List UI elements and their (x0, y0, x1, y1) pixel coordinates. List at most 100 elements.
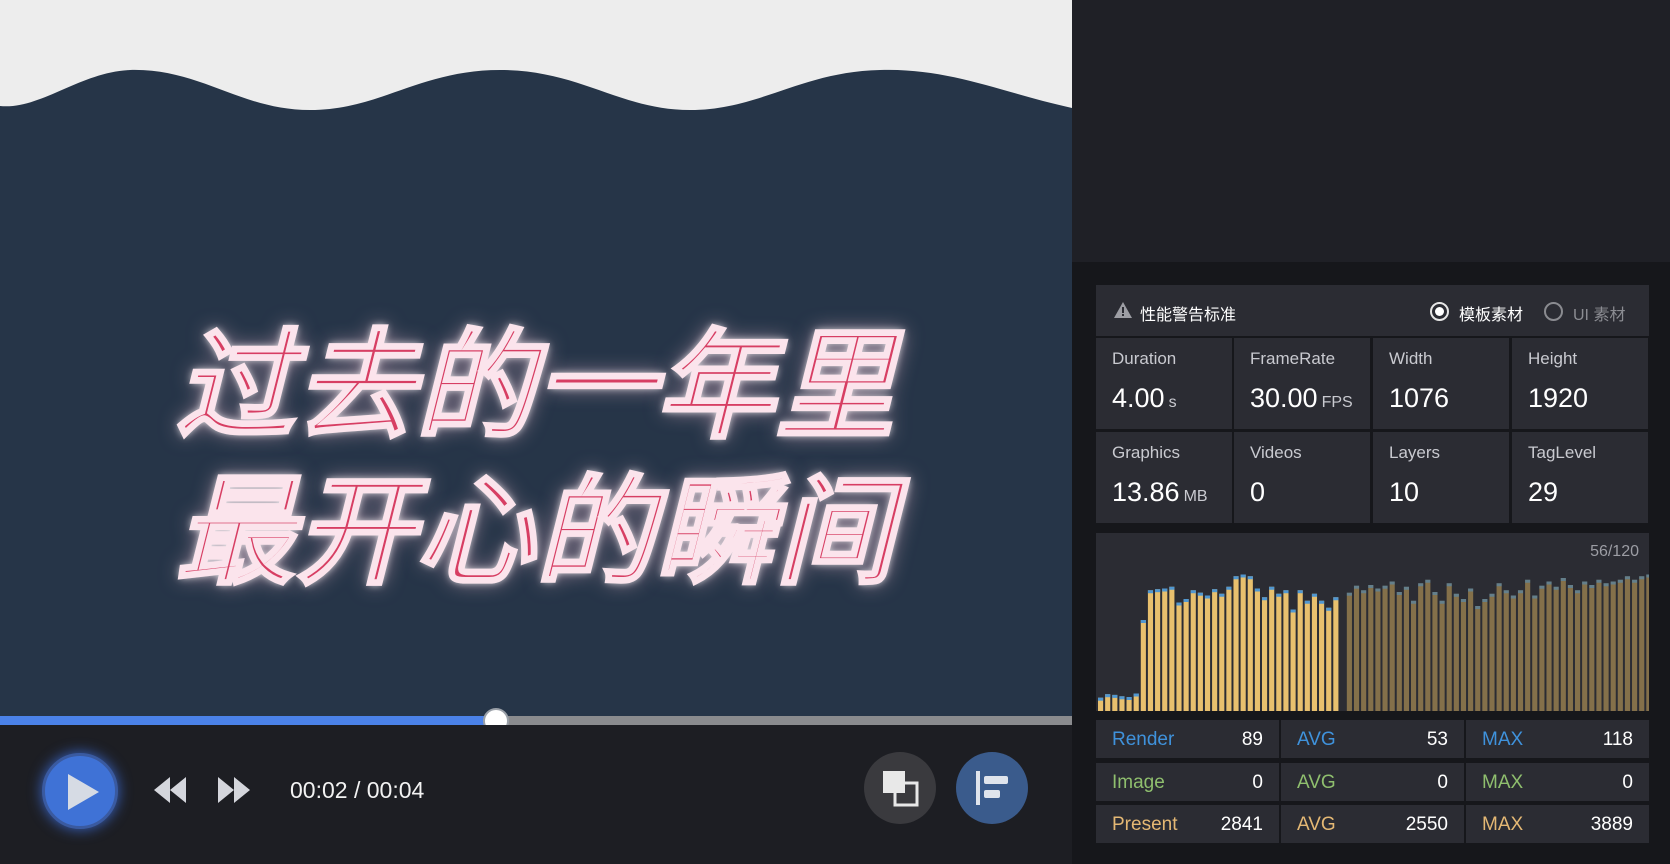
stat-label: Graphics (1112, 443, 1181, 462)
frame-bar-render-cap (1326, 607, 1332, 611)
frame-bar-render-cap (1603, 583, 1609, 587)
frame-bar (1319, 600, 1325, 711)
metric-present-avg: AVG 2550 (1281, 805, 1464, 843)
frame-bar-render-cap (1353, 585, 1360, 589)
frame-bar-render-cap (1446, 583, 1452, 587)
stat-label: Width (1389, 349, 1433, 368)
stat-width: Width 1076 (1373, 338, 1509, 429)
frame-bar (1176, 602, 1182, 711)
stat-graphics: Graphics 13.86 MB (1096, 432, 1232, 523)
frame-bar (1510, 595, 1516, 711)
frame-bar-render-cap (1333, 597, 1339, 601)
play-button[interactable] (42, 753, 118, 829)
frame-bar (1353, 585, 1360, 711)
frame-bar-render-cap (1183, 599, 1189, 602)
frame-bar-render-cap (1233, 576, 1239, 580)
frame-bar-render-cap (1311, 593, 1318, 597)
rewind-button[interactable] (152, 773, 188, 807)
stat-label: TagLevel (1528, 443, 1597, 462)
frame-bars (1098, 574, 1649, 711)
wave-shape (0, 0, 1072, 110)
frame-bar-render-cap (1212, 589, 1218, 593)
frame-bar (1546, 581, 1552, 711)
metric-label: Image (1112, 772, 1165, 793)
progress-bar[interactable] (0, 708, 1072, 734)
frame-bar-render-cap (1503, 590, 1509, 594)
frame-bar-render-cap (1112, 694, 1118, 698)
frame-bar (1212, 589, 1218, 711)
stat-duration: Duration 4.00 s (1096, 338, 1232, 429)
frame-bar (1418, 583, 1424, 711)
frame-bar-render-cap (1105, 694, 1111, 698)
metric-render: Render 89 (1096, 720, 1279, 758)
frame-bar (1639, 576, 1645, 711)
warning-title: 性能警告标准 (1140, 307, 1237, 324)
stat-height: Height 1920 (1512, 338, 1648, 429)
frame-bar-render-cap (1553, 586, 1559, 590)
align-left-icon (976, 771, 1008, 805)
frame-bar (1183, 599, 1189, 711)
frame-bar (1560, 578, 1566, 711)
frame-bar-render-cap (1453, 593, 1459, 597)
metric-value: 0 (1252, 772, 1263, 793)
layers-button[interactable] (864, 752, 936, 824)
metric-avg-label: AVG (1297, 772, 1336, 793)
frame-bar-render-cap (1624, 576, 1631, 580)
frame-bar-render-cap (1432, 592, 1438, 595)
frame-bar (1489, 593, 1495, 711)
frame-bar-render-cap (1411, 600, 1417, 604)
frame-bar-render-cap (1346, 592, 1352, 596)
frame-bar (1411, 600, 1417, 711)
frame-bar-render-cap (1176, 602, 1182, 606)
frame-bar-render-cap (1596, 579, 1602, 583)
frame-bar (1254, 588, 1260, 711)
metric-render-avg: AVG 53 (1281, 720, 1464, 758)
frame-bar (1304, 600, 1310, 711)
frame-bar-render-cap (1610, 581, 1616, 585)
frame-bar-render-cap (1582, 581, 1588, 585)
fast-forward-icon (218, 777, 250, 803)
frame-bar-render-cap (1247, 576, 1253, 580)
frame-bar-render-cap (1126, 697, 1132, 700)
frame-bar-render-cap (1197, 592, 1203, 596)
frame-bar (1283, 590, 1289, 711)
frame-bar-render-cap (1539, 585, 1545, 589)
ui-asset-label[interactable]: UI 素材 (1573, 301, 1625, 325)
frame-bar (1460, 599, 1467, 711)
frame-bar (1346, 592, 1352, 711)
align-button[interactable] (956, 752, 1028, 824)
rewind-icon (154, 777, 186, 803)
template-asset-radio[interactable] (1430, 302, 1449, 321)
metric-value: 2841 (1220, 814, 1263, 835)
frame-bar (1375, 588, 1381, 711)
frame-bar-render-cap (1368, 585, 1374, 588)
frame-bar-render-cap (1396, 592, 1402, 595)
fast-forward-button[interactable] (216, 773, 252, 807)
metric-image: Image 0 (1096, 763, 1279, 801)
metric-present-max: MAX 3889 (1466, 805, 1649, 843)
frame-bar (1646, 574, 1649, 711)
stat-value: 4.00 s (1112, 383, 1177, 413)
stat-label: FrameRate (1250, 349, 1336, 368)
frame-bar-render-cap (1162, 588, 1168, 592)
frame-bar-render-cap (1496, 583, 1502, 587)
frame-bar (1297, 590, 1303, 711)
frame-bar-render-cap (1460, 599, 1467, 602)
frame-bar-render-cap (1560, 578, 1566, 581)
frame-bar (1632, 579, 1638, 711)
frame-bar-render-cap (1574, 590, 1581, 594)
frame-bar (1197, 592, 1203, 711)
frame-bar (1425, 579, 1431, 711)
stat-label: Layers (1389, 443, 1441, 462)
ui-asset-radio[interactable] (1544, 302, 1563, 321)
frame-bar (1532, 595, 1538, 711)
frame-bar-render-cap (1382, 585, 1388, 589)
frame-bar-render-cap (1219, 593, 1225, 597)
frame-bar (1617, 579, 1623, 711)
frame-bar (1603, 583, 1609, 711)
frame-bar (1582, 581, 1588, 711)
frame-bar (1276, 593, 1282, 711)
template-asset-label[interactable]: 模板素材 (1459, 301, 1523, 325)
player-controls: 00:02 / 00:04 (0, 725, 1072, 864)
frame-bar (1226, 586, 1232, 711)
